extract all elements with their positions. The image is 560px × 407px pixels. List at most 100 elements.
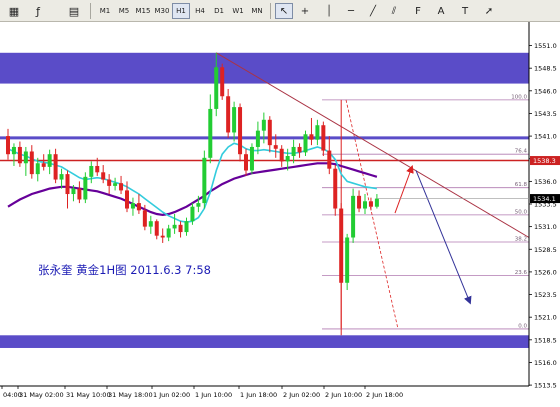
candle-body [113,183,118,186]
period-button-m15[interactable]: M15 [134,3,152,19]
time-tick-label: 31 May 10:00 [66,391,111,399]
toolbar-separator [270,3,271,19]
candle [303,130,308,157]
price-axis [529,22,560,407]
candle-body [285,156,290,162]
lower-zone [0,335,529,348]
candle-body [172,224,177,229]
fibonacci-label: 61.8 [515,182,528,188]
candle-body [363,201,367,209]
candle-body [160,235,165,238]
price-chart[interactable]: 100.0 76.4 61.8 50.0 38.2 23.6 0.0 张永奎 黄金1H图 20… [0,22,560,407]
candle-body [148,221,153,227]
fibonacci-label: 23.6 [515,270,528,276]
candle-body [89,165,94,177]
candle-body [178,224,183,233]
vertical-line-icon[interactable]: │ [320,3,338,19]
candle-body [166,228,171,238]
period-button-m30[interactable]: M30 [153,3,171,19]
candle-body [47,154,52,167]
period-button-h1[interactable]: H1 [172,3,190,19]
candle-body [35,163,40,175]
time-tick-label: 2 Jun 02:00 [283,391,320,399]
fibonacci-icon[interactable]: F [409,3,427,19]
toolbar: ▦ ƒ ▤ M1 M5 M15 M30 H1 H4 D1 W1 MN ↖ + │ ─ ╱ ⫽ F A T ➚ [0,0,560,22]
candle-body [368,201,373,207]
cursor-icon[interactable]: ↖ [275,3,293,19]
price-tick-label: 1548.5 [534,65,557,73]
candle-body [190,206,195,222]
price-tick-label: 1513.5 [534,382,557,390]
upper-zone [0,52,529,84]
crosshair-icon[interactable]: + [296,3,314,19]
candle-body [119,183,124,191]
time-tick-label: 31 May 18:00 [108,391,153,399]
candle-body [6,136,10,155]
arrow-icon[interactable]: ➚ [480,3,498,19]
candle-body [65,174,70,195]
candle [83,172,88,204]
equidistant-channel-icon[interactable]: ⫽ [385,3,403,19]
candle-body [357,195,362,209]
time-tick-label: 1 Jun 10:00 [195,391,232,399]
candle-body [261,119,266,131]
candle-body [136,203,141,211]
time-tick-label: 2 Jun 18:00 [366,391,403,399]
price-tick-label: 1516.0 [534,359,557,367]
price-tick-label: 1536.0 [534,178,557,186]
text-icon[interactable]: A [432,3,450,19]
candle-body [309,134,314,140]
candle [351,188,356,243]
fibonacci-label: 38.2 [515,237,527,243]
period-button-d1[interactable]: D1 [210,3,228,19]
time-tick-label: 2 Jun 10:00 [325,391,362,399]
candle-body [226,96,231,133]
period-button-m5[interactable]: M5 [115,3,133,19]
fibonacci-label: 50.0 [515,209,528,215]
period-button-w1[interactable]: W1 [229,3,247,19]
fibonacci-label: 76.4 [515,149,528,155]
candle-body [267,119,272,146]
candle-body [71,188,76,195]
fibonacci-label: 0.0 [518,323,527,329]
time-tick-label: 1 Jun 02:00 [153,391,190,399]
trendline-icon[interactable]: ╱ [364,3,382,19]
text-label-icon[interactable]: T [456,3,474,19]
candle-body [196,203,201,207]
candle-body [339,208,344,283]
indicators-icon[interactable]: ƒ [28,3,48,19]
price-tick-label: 1543.5 [534,110,557,118]
period-button-h4[interactable]: H4 [191,3,209,19]
price-tick-label: 1518.5 [534,336,557,344]
candle-body [345,237,350,283]
candle-body [208,108,213,158]
candle-body [315,125,320,140]
candle-body [214,67,219,109]
candle-body [130,203,135,209]
price-tick-label: 1551.0 [534,42,557,50]
horizontal-line-icon[interactable]: ─ [342,3,360,19]
current-price-label: 1534.1 [533,195,556,203]
candle-body [202,157,207,204]
new-chart-icon[interactable]: ▦ [4,3,24,19]
price-tick-label: 1531.0 [534,223,557,231]
candle-body [95,165,100,173]
time-tick-label: 31 May 02:00 [19,391,64,399]
candle-body [107,179,112,186]
price-tick-label: 1541.0 [534,133,557,141]
chart-template-icon[interactable]: ▤ [64,3,84,19]
candle-body [83,176,88,200]
candle-body [220,67,225,97]
candle-body [333,168,338,209]
candle-body [77,188,82,200]
candle-body [327,150,332,169]
candle-body [41,163,46,167]
candle-body [154,221,159,236]
candle-body [142,210,147,227]
candle [226,89,231,138]
candle-body [29,151,34,175]
candle-body [23,151,28,164]
period-button-mn[interactable]: MN [248,3,266,19]
candle [202,150,207,209]
period-button-m1[interactable]: M1 [96,3,114,19]
